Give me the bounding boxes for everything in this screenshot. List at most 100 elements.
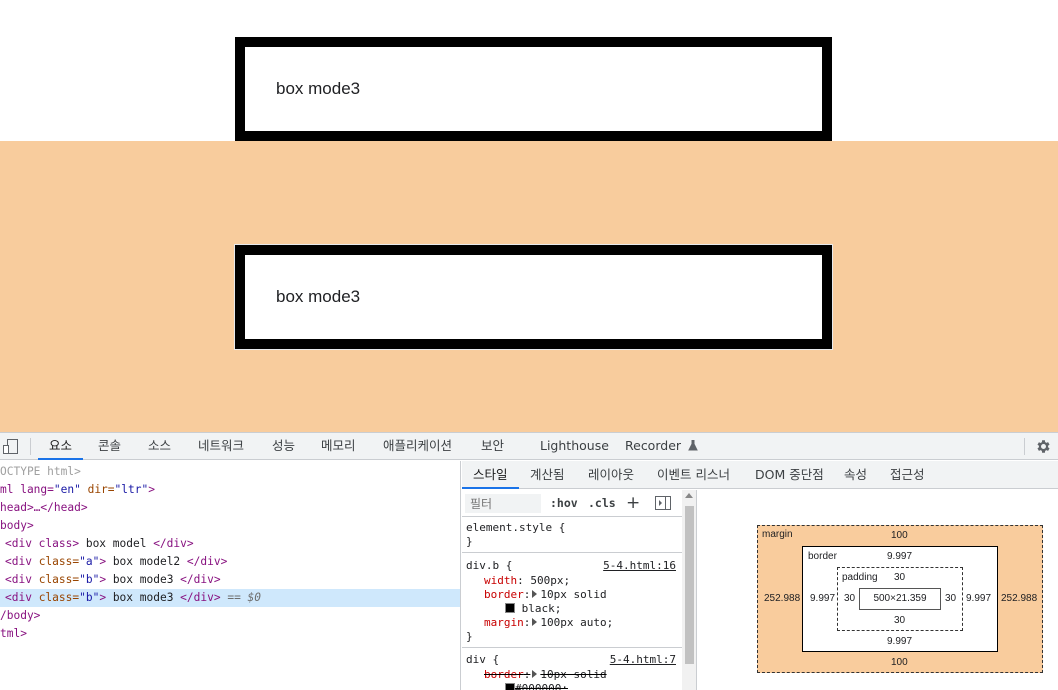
box-model-diagram: margin 100 100 252.988 252.988 border 9.… xyxy=(698,490,1058,690)
rule-div-source-link[interactable]: 5-4.html:7 xyxy=(610,653,676,667)
padding-right-value[interactable]: 30 xyxy=(945,593,956,604)
box-top-text: box mode3 xyxy=(276,79,361,98)
border-label: border xyxy=(808,551,837,562)
dom-div1-open: <div class> xyxy=(5,537,80,550)
dom-html-dir: "ltr" xyxy=(114,483,149,496)
width-prop: width xyxy=(484,574,518,587)
border-left-value[interactable]: 9.997 xyxy=(810,593,835,604)
box-model-margin[interactable]: margin 100 100 252.988 252.988 border 9.… xyxy=(757,525,1043,673)
expand-triangle-icon[interactable] xyxy=(532,670,538,678)
expand-triangle-icon[interactable] xyxy=(532,618,538,626)
element-style-selector[interactable]: element.style { xyxy=(466,521,565,535)
margin-left-value[interactable]: 252.988 xyxy=(764,593,800,604)
border-prop: border xyxy=(484,588,524,601)
margin-right-value[interactable]: 252.988 xyxy=(1001,593,1037,604)
tab-lighthouse[interactable]: Lighthouse xyxy=(540,433,609,460)
tab-elements[interactable]: 요소 xyxy=(38,433,84,460)
dom-html-gt: > xyxy=(148,483,155,496)
padding-bottom-value[interactable]: 30 xyxy=(894,615,905,626)
border-right-value[interactable]: 9.997 xyxy=(966,593,991,604)
dom-divb2-text: box mode3 xyxy=(106,591,181,604)
styles-scrollbar-thumb[interactable] xyxy=(685,506,694,664)
tab-sources[interactable]: 소스 xyxy=(148,433,171,460)
rule-div-border-overridden[interactable]: border: 10px solid xyxy=(484,668,607,682)
scroll-up-arrow-icon[interactable] xyxy=(685,493,693,498)
computed-sidebar-toggle-icon[interactable] xyxy=(655,496,671,510)
rule-div-selector[interactable]: div { xyxy=(466,653,499,667)
tab-computed[interactable]: 계산됨 xyxy=(530,461,565,489)
tab-layout[interactable]: 레이아웃 xyxy=(588,461,634,489)
tab-performance[interactable]: 성능 xyxy=(272,433,295,460)
dom-line-body-close[interactable]: /body> xyxy=(0,607,460,625)
tab-console[interactable]: 콘솔 xyxy=(98,433,121,460)
dom-line-html-close[interactable]: tml> xyxy=(0,625,460,643)
box-model-content[interactable]: 500×21.359 xyxy=(859,588,941,610)
border-top-value[interactable]: 9.997 xyxy=(887,551,912,562)
dom-divb1-text: box mode3 xyxy=(106,573,181,586)
margin-label: margin xyxy=(762,529,793,540)
dom-diva-open: <div xyxy=(5,555,39,568)
dom-diva-attr: class= xyxy=(38,555,80,568)
box-mode3-selected: box mode3 xyxy=(235,245,832,349)
rule-div-b-width[interactable]: width: 500px; xyxy=(484,574,570,588)
dom-line-body[interactable]: body> xyxy=(0,517,460,535)
new-rule-plus-icon[interactable]: + xyxy=(626,494,640,512)
device-toggle-icon[interactable] xyxy=(3,439,18,454)
gear-icon[interactable] xyxy=(1035,438,1052,455)
hov-button[interactable]: :hov xyxy=(550,494,578,513)
toolbar-divider-right xyxy=(1024,438,1025,455)
color-swatch-icon[interactable] xyxy=(505,603,515,613)
tab-event-listeners[interactable]: 이벤트 리스너 xyxy=(657,461,730,489)
tab-network[interactable]: 네트워크 xyxy=(198,433,244,460)
rule-div-border-color-overridden: #000000; xyxy=(505,682,568,690)
margin-bottom-value[interactable]: 100 xyxy=(891,657,908,668)
tab-memory[interactable]: 메모리 xyxy=(321,433,356,460)
dom-divb1-attr: class= xyxy=(38,573,80,586)
styles-filter-input[interactable] xyxy=(465,494,541,513)
tab-styles[interactable]: 스타일 xyxy=(462,461,519,489)
dom-divb2-dollar: $0 xyxy=(247,591,262,604)
dom-line-div-a[interactable]: <div class="a"> box model2 </div> xyxy=(0,553,460,571)
tab-application[interactable]: 애플리케이션 xyxy=(383,433,452,460)
elements-tree: OCTYPE html> ml lang="en" dir="ltr"> hea… xyxy=(0,461,461,690)
margin-top-value[interactable]: 100 xyxy=(891,530,908,541)
toolbar-divider xyxy=(30,438,31,455)
padding-label: padding xyxy=(842,572,878,583)
rule-div-b-source-link[interactable]: 5-4.html:16 xyxy=(603,559,676,573)
dom-line-div-1[interactable]: <div class> box model </div> xyxy=(0,535,460,553)
dom-line-doctype[interactable]: OCTYPE html> xyxy=(0,463,460,481)
dom-line-html[interactable]: ml lang="en" dir="ltr"> xyxy=(0,481,460,499)
cls-button[interactable]: .cls xyxy=(588,494,616,513)
rule-div-b-border[interactable]: border: 10px solid xyxy=(484,588,607,602)
styles-scrollbar[interactable] xyxy=(682,490,696,690)
rule-div-b-selector[interactable]: div.b { xyxy=(466,559,512,573)
box-mode3-top: box mode3 xyxy=(235,37,832,141)
border-prop-overridden: border xyxy=(484,668,524,681)
dom-html-tag: ml lang= xyxy=(0,483,54,496)
padding-left-value[interactable]: 30 xyxy=(844,593,855,604)
dom-line-div-b1[interactable]: <div class="b"> box mode3 </div> xyxy=(0,571,460,589)
dom-line-div-b2-selected[interactable]: <div class="b"> box mode3 </div> == $0 xyxy=(0,589,460,607)
margin-value: 100px auto; xyxy=(540,616,614,629)
rule-div-b-border-color: black; xyxy=(505,602,561,616)
expand-triangle-icon[interactable] xyxy=(532,590,538,598)
tab-accessibility[interactable]: 접근성 xyxy=(890,461,925,489)
sidebar-tabs: 스타일 계산됨 레이아웃 이벤트 리스너 DOM 중단점 속성 접근성 xyxy=(462,461,1058,489)
tab-security[interactable]: 보안 xyxy=(481,433,504,460)
dom-line-head[interactable]: head>…</head> xyxy=(0,499,460,517)
border-bottom-value[interactable]: 9.997 xyxy=(887,636,912,647)
styles-pane: :hov .cls + element.style { } div.b { 5-… xyxy=(462,490,697,690)
box-model-padding[interactable]: padding 30 30 30 30 500×21.359 xyxy=(837,567,963,631)
tab-recorder[interactable]: Recorder xyxy=(625,433,698,460)
color-swatch-icon[interactable] xyxy=(505,683,515,690)
padding-top-value[interactable]: 30 xyxy=(894,572,905,583)
dom-diva-close: </div> xyxy=(186,555,228,568)
styles-filter-bar: :hov .cls + xyxy=(462,490,696,517)
rule-div-b-margin[interactable]: margin: 100px auto; xyxy=(484,616,613,630)
rule-divider xyxy=(462,552,682,553)
box-model-border[interactable]: border 9.997 9.997 9.997 9.997 padding 3… xyxy=(802,546,998,652)
dom-diva-text: box model2 xyxy=(106,555,187,568)
tab-properties[interactable]: 속성 xyxy=(844,461,867,489)
tab-dom-breakpoints[interactable]: DOM 중단점 xyxy=(755,461,824,489)
rule-divider xyxy=(462,647,682,648)
